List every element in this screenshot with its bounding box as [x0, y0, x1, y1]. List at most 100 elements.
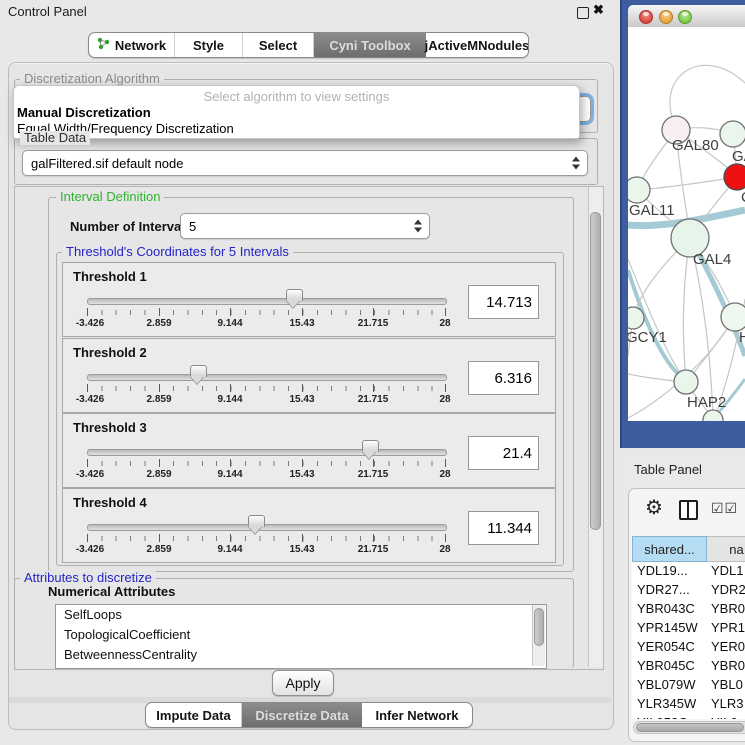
table-row[interactable]: YDR27...YDR2	[632, 581, 745, 600]
cell: YBR0	[711, 601, 745, 616]
zoom-traffic-light-icon[interactable]	[678, 10, 692, 24]
column-header-name[interactable]: na	[707, 536, 745, 562]
threshold-4-slider-track[interactable]	[87, 524, 447, 531]
tab-select-label: Select	[259, 38, 297, 53]
tick-label: 9.144	[217, 469, 242, 480]
threshold-1-slider-track[interactable]	[87, 298, 447, 305]
tick-label: 9.144	[217, 318, 242, 329]
close-traffic-light-icon[interactable]	[639, 10, 653, 24]
table-panel-section: Table Panel ⚙ ☑☑ shared... na YDL19...YD…	[620, 452, 745, 745]
slider-ruler	[87, 386, 446, 391]
control-panel-title: Control Panel	[8, 4, 87, 19]
tab-network[interactable]: Network	[89, 33, 175, 57]
network-canvas[interactable]: GAL80 GA C GAL11 GAL4 GCY1 H HAP2	[628, 27, 745, 421]
tab-impute-data[interactable]: Impute Data	[146, 703, 242, 727]
slider-ruler	[87, 310, 446, 315]
threshold-3-label: Threshold 3	[73, 420, 147, 435]
columns-icon[interactable]	[679, 500, 698, 520]
tab-infer-network[interactable]: Infer Network	[362, 703, 472, 727]
cell: YBR0	[711, 658, 745, 673]
table-row[interactable]: YBL079WYBL0	[632, 676, 745, 695]
network-icon	[97, 37, 110, 53]
threshold-3-value-field[interactable]: 21.4	[468, 436, 539, 470]
close-icon[interactable]: ✖	[593, 2, 604, 18]
table-body: YDL19...YDL1 YDR27...YDR2 YBR043CYBR0 YP…	[632, 562, 745, 719]
tick-label: 15.43	[289, 394, 314, 405]
tick-label: -3.426	[76, 544, 104, 555]
minimize-traffic-light-icon[interactable]	[659, 10, 673, 24]
tab-discretize-data-label: Discretize Data	[255, 708, 348, 723]
threshold-4-value-field[interactable]: 11.344	[468, 511, 539, 545]
bottom-tabbar: Impute Data Discretize Data Infer Networ…	[145, 702, 473, 728]
horizontal-scrollbar[interactable]	[633, 721, 745, 734]
table-row[interactable]: YBR045CYBR0	[632, 657, 745, 676]
tick-label: 28	[439, 544, 450, 555]
threshold-4-slider-thumb[interactable]	[248, 515, 265, 527]
node-label-clipped[interactable]: C	[741, 189, 745, 206]
list-item[interactable]: BetweennessCentrality	[56, 645, 546, 665]
threshold-1-value-field[interactable]: 14.713	[468, 285, 539, 319]
node-label-hap2[interactable]: HAP2	[687, 394, 726, 411]
tab-cyni-toolbox[interactable]: Cyni Toolbox	[314, 33, 426, 57]
num-intervals-value: 5	[189, 219, 196, 234]
table-data-combobox[interactable]: galFiltered.sif default node	[22, 150, 588, 176]
cell: YLR345W	[637, 696, 696, 711]
apply-button[interactable]: Apply	[272, 670, 334, 696]
cell: YDR2	[711, 582, 745, 597]
table-row[interactable]: YDL19...YDL1	[632, 562, 745, 581]
threshold-2-value-field[interactable]: 6.316	[468, 361, 539, 395]
tick-label: 28	[439, 469, 450, 480]
threshold-1-slider-thumb[interactable]	[286, 289, 303, 301]
tab-jactivemnodules[interactable]: jActiveMNodules	[426, 33, 528, 57]
checkboxes-icon[interactable]: ☑☑	[711, 500, 738, 517]
horizontal-scrollbar-thumb[interactable]	[636, 723, 744, 732]
gear-icon[interactable]: ⚙	[645, 495, 663, 520]
table-row[interactable]: YIL052CYIL0	[632, 714, 745, 719]
tick-label: 9.144	[217, 394, 242, 405]
node-label-gal4[interactable]: GAL4	[693, 251, 731, 268]
table-row[interactable]: YER054CYER0	[632, 638, 745, 657]
algorithm-dropdown-popup: Select algorithm to view settings Manual…	[13, 85, 580, 139]
node-label-gal11[interactable]: GAL11	[629, 202, 675, 219]
tab-style[interactable]: Style	[175, 33, 243, 57]
tick-label: 15.43	[289, 469, 314, 480]
vertical-scrollbar-thumb[interactable]	[590, 212, 601, 530]
threshold-3-slider-thumb[interactable]	[362, 440, 379, 452]
tick-label: -3.426	[76, 394, 104, 405]
stepper-arrows-icon	[572, 157, 581, 170]
slider-ruler	[87, 461, 446, 466]
node-label-gal80[interactable]: GAL80	[672, 137, 719, 154]
tick-label: 2.859	[146, 318, 171, 329]
table-row[interactable]: YLR345W YLR3	[632, 695, 745, 714]
threshold-3-slider-track[interactable]	[87, 449, 447, 456]
threshold-2-slider-thumb[interactable]	[190, 365, 207, 377]
interval-definition-title: Interval Definition	[56, 190, 164, 204]
list-item[interactable]: SelfLoops	[56, 605, 546, 625]
tick-label: 28	[439, 318, 450, 329]
float-window-icon[interactable]	[577, 7, 589, 19]
network-window-titlebar[interactable]	[628, 5, 745, 28]
column-header-shared[interactable]: shared...	[632, 536, 707, 562]
tab-select[interactable]: Select	[243, 33, 314, 57]
table-row[interactable]: YPR145WYPR1	[632, 619, 745, 638]
node-label-clipped[interactable]: H	[739, 329, 745, 346]
num-intervals-label: Number of Intervals	[70, 219, 192, 234]
popup-option-manual-discretization[interactable]: Manual Discretization	[17, 105, 151, 120]
node-label-gcy1[interactable]: GCY1	[628, 329, 667, 346]
tab-infer-network-label: Infer Network	[375, 708, 458, 723]
threshold-2-slider-track[interactable]	[87, 374, 447, 381]
num-intervals-combobox[interactable]: 5	[180, 213, 430, 239]
tab-discretize-data[interactable]: Discretize Data	[242, 703, 362, 727]
table-row[interactable]: YBR043CYBR0	[632, 600, 745, 619]
threshold-1-label: Threshold 1	[73, 269, 147, 284]
list-scrollbar-thumb[interactable]	[534, 608, 544, 646]
node-label-clipped[interactable]: GA	[732, 148, 745, 165]
table-data-group-label: Table Data	[20, 131, 90, 145]
slider-ruler	[87, 536, 446, 541]
tab-style-label: Style	[193, 38, 224, 53]
tick-label: -3.426	[76, 318, 104, 329]
network-graph	[628, 27, 745, 421]
cell: YIL0	[711, 715, 738, 719]
cell: YLR3	[711, 696, 744, 711]
list-item[interactable]: TopologicalCoefficient	[56, 625, 546, 645]
